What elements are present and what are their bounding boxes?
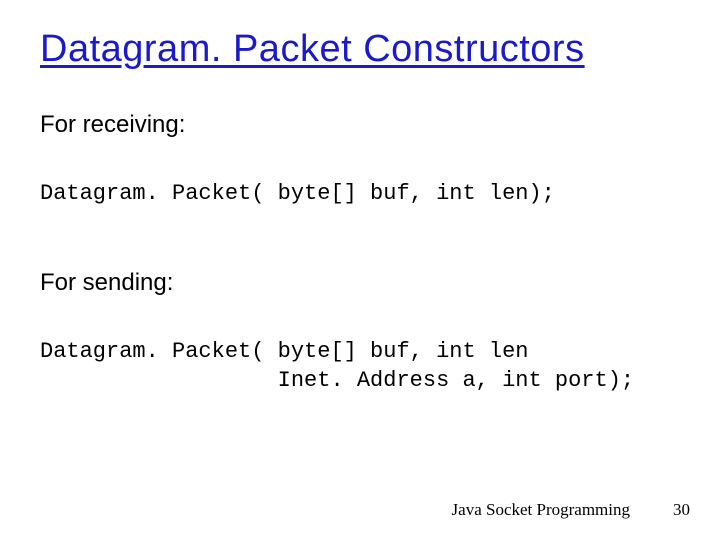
code-receiving: Datagram. Packet( byte[] buf, int len); xyxy=(40,179,680,209)
slide: Datagram. Packet Constructors For receiv… xyxy=(0,0,720,540)
code-sending: Datagram. Packet( byte[] buf, int len In… xyxy=(40,337,680,396)
section-receiving-label: For receiving: xyxy=(40,111,680,139)
footer-text: Java Socket Programming xyxy=(452,500,630,520)
page-title: Datagram. Packet Constructors xyxy=(40,28,680,71)
section-sending-label: For sending: xyxy=(40,269,680,297)
page-number: 30 xyxy=(673,500,690,520)
